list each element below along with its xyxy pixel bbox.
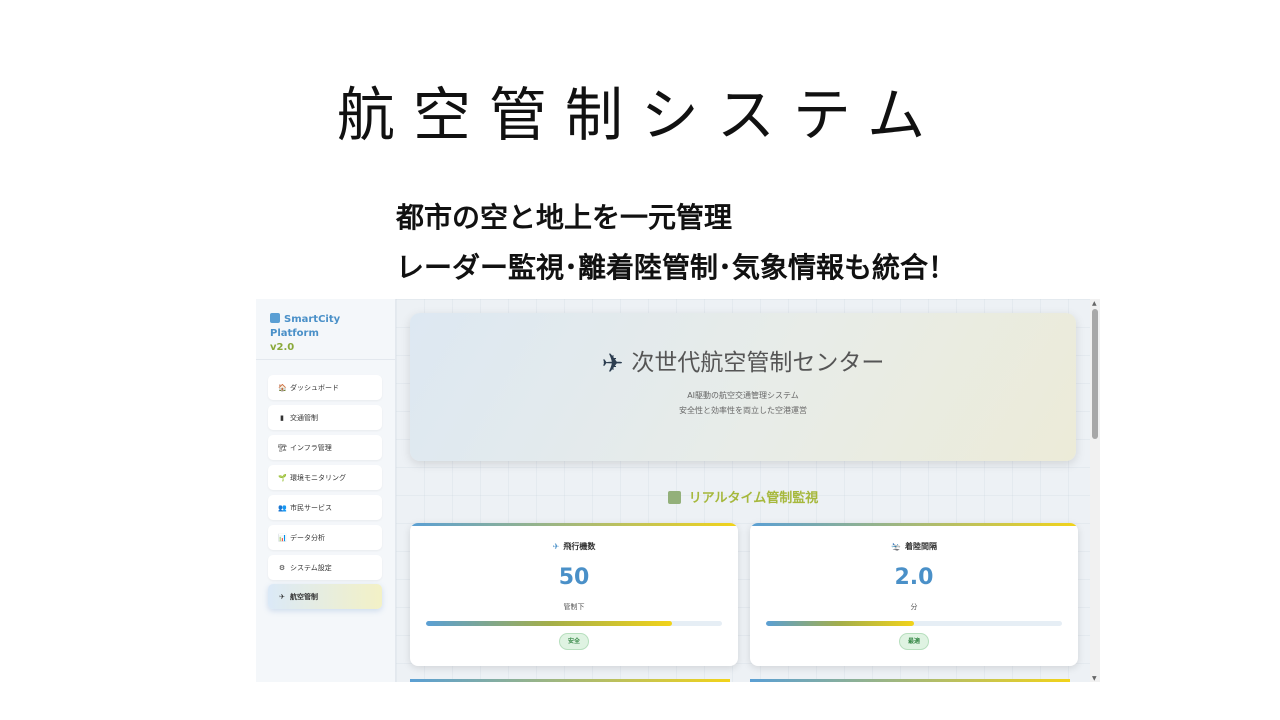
sidebar-item-data-analysis[interactable]: 📊 データ分析 [268, 525, 382, 550]
card-accent-line [750, 523, 1078, 526]
seedling-icon: 🌱 [278, 473, 287, 482]
airplane-icon: ✈ [279, 592, 285, 601]
sidebar-item-traffic[interactable]: ▮ 交通管制 [268, 405, 382, 430]
card-unit: 分 [910, 603, 918, 611]
sidebar-item-citizen-services[interactable]: 👥 市民サービス [268, 495, 382, 520]
app-screenshot: SmartCity Platform v2.0 🏠 ダッシュボード ▮ 交通管制… [256, 299, 1100, 682]
progress-bar [766, 621, 1062, 626]
card-title-text: 着陸間隔 [904, 542, 937, 551]
card-title: 🛬 着陸間隔 [750, 541, 1078, 552]
progress-bar [426, 621, 722, 626]
airplane-landing-icon: 🛬 [891, 542, 901, 551]
construction-icon: 🏗 [278, 443, 287, 452]
sidebar-item-air-traffic-control[interactable]: ✈ 航空管制 [268, 584, 382, 609]
next-card-peek [750, 679, 1070, 682]
sidebar-item-label: 航空管制 [290, 592, 318, 601]
status-badge: 安全 [559, 633, 590, 650]
sidebar-item-environment[interactable]: 🌱 環境モニタリング [268, 465, 382, 490]
airplane-icon: ✈ [552, 542, 560, 551]
scrollbar[interactable]: ▲ ▼ [1090, 299, 1100, 682]
card-accent-line [410, 523, 738, 526]
section-square-icon [667, 491, 681, 504]
home-icon: 🏠 [278, 383, 287, 392]
people-icon: 👥 [278, 503, 287, 512]
next-card-peek [410, 679, 730, 682]
traffic-light-icon: ▮ [280, 413, 284, 422]
logo-icon [270, 313, 280, 323]
sidebar-item-label: ダッシュボード [290, 383, 339, 392]
sidebar-item-label: システム設定 [290, 563, 332, 572]
section-title: リアルタイム管制監視 [396, 487, 1090, 506]
card-value: 50 [558, 565, 590, 590]
hero-title: ✈ 次世代航空管制センター [410, 343, 1076, 379]
scroll-down-arrow-icon[interactable]: ▼ [1092, 675, 1097, 682]
card-title: ✈ 飛行機数 [410, 541, 738, 552]
slide-subtitle-line2: レーダー監視･離着陸管制･気象情報も統合！ [396, 251, 957, 284]
metric-card-flights: ✈ 飛行機数 50 管制下 安全 [410, 523, 738, 666]
sidebar-item-label: データ分析 [290, 533, 325, 542]
gear-icon: ⚙ [278, 563, 286, 572]
sidebar-item-label: 市民サービス [290, 503, 332, 512]
section-title-text: リアルタイム管制監視 [688, 491, 819, 506]
hero-description-line2: 安全性と効率性を両立した空港運営 [679, 406, 807, 415]
progress-fill [426, 621, 672, 626]
sidebar-item-system-settings[interactable]: ⚙ システム設定 [268, 555, 382, 580]
divider [256, 359, 396, 360]
airplane-icon: ✈ [601, 349, 624, 379]
sidebar-item-dashboard[interactable]: 🏠 ダッシュボード [268, 375, 382, 400]
sidebar-item-label: 交通管制 [290, 413, 318, 422]
card-unit: 管制下 [563, 603, 585, 611]
hero-description-line1: AI駆動の航空交通管理システム [687, 391, 799, 400]
main-content: ✈ 次世代航空管制センター AI駆動の航空交通管理システム 安全性と効率性を両立し… [396, 299, 1090, 682]
card-title-text: 飛行機数 [563, 542, 596, 551]
slide-subtitle-line1: 都市の空と地上を一元管理 [396, 201, 733, 234]
hero-title-text: 次世代航空管制センター [631, 350, 885, 376]
scroll-up-arrow-icon[interactable]: ▲ [1092, 300, 1097, 307]
metric-card-landing-interval: 🛬 着陸間隔 2.0 分 最適 [750, 523, 1078, 666]
slide-title: 航空管制システム [336, 81, 944, 149]
progress-fill [766, 621, 914, 626]
slide: 航空管制システム 都市の空と地上を一元管理 レーダー監視･離着陸管制･気象情報も… [0, 0, 1280, 720]
sidebar-item-label: インフラ管理 [290, 443, 332, 452]
card-value: 2.0 [894, 565, 934, 590]
bar-chart-icon: 📊 [278, 533, 287, 542]
sidebar-item-label: 環境モニタリング [290, 473, 346, 482]
hero-banner: ✈ 次世代航空管制センター AI駆動の航空交通管理システム 安全性と効率性を両立し… [410, 313, 1076, 461]
brand-name: SmartCity Platform [270, 314, 341, 339]
sidebar-item-infrastructure[interactable]: 🏗 インフラ管理 [268, 435, 382, 460]
scrollbar-thumb[interactable] [1092, 309, 1098, 439]
status-badge: 最適 [899, 633, 930, 650]
brand[interactable]: SmartCity Platform v2.0 [270, 313, 390, 355]
sidebar: SmartCity Platform v2.0 🏠 ダッシュボード ▮ 交通管制… [256, 299, 396, 682]
brand-version: v2.0 [270, 342, 295, 353]
